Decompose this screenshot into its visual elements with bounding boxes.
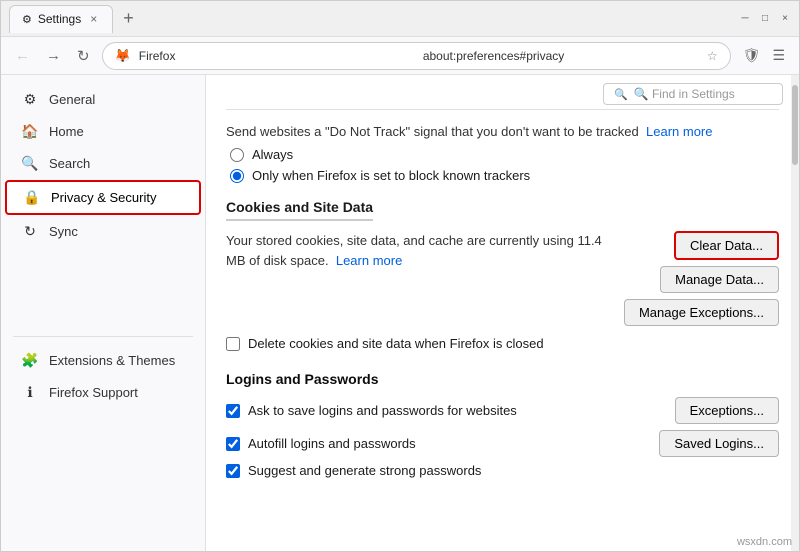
dnt-section: Send websites a "Do Not Track" signal th… [226, 124, 779, 183]
cookies-description: Your stored cookies, site data, and cach… [226, 231, 612, 270]
sidebar-divider [13, 336, 193, 337]
dnt-known-trackers-option[interactable]: Only when Firefox is set to block known … [230, 168, 779, 183]
save-logins-row: Ask to save logins and passwords for web… [226, 397, 779, 424]
sidebar-item-support[interactable]: ℹ Firefox Support [5, 377, 201, 408]
dnt-always-label: Always [252, 147, 293, 162]
home-icon: 🏠 [21, 123, 39, 140]
manage-data-button[interactable]: Manage Data... [660, 266, 779, 293]
toolbar: ← → ↻ 🦊 Firefox about:preferences#privac… [1, 37, 799, 75]
close-button[interactable]: × [779, 13, 791, 25]
dnt-known-trackers-radio[interactable] [230, 169, 244, 183]
title-bar: ⚙ Settings × + ─ □ × [1, 1, 799, 37]
firefox-logo: 🦊 [115, 48, 131, 64]
sidebar-item-extensions[interactable]: 🧩 Extensions & Themes [5, 345, 201, 376]
main-content: 🔍 🔍 Find in Settings Send websites a "Do… [206, 75, 799, 551]
dnt-radio-group: Always Only when Firefox is set to block… [226, 147, 779, 183]
privacy-icon: 🔒 [23, 189, 41, 206]
cookies-title: Cookies and Site Data [226, 199, 779, 221]
sidebar: ⚙ General 🏠 Home 🔍 Search 🔒 Privacy & Se… [1, 75, 206, 551]
sidebar-item-search[interactable]: 🔍 Search [5, 148, 201, 179]
sidebar-item-sync[interactable]: ↻ Sync [5, 216, 201, 247]
reload-button[interactable]: ↻ [73, 43, 94, 69]
cookies-main-row: Your stored cookies, site data, and cach… [226, 231, 779, 326]
address-text: Firefox [139, 49, 415, 63]
saved-logins-button[interactable]: Saved Logins... [659, 430, 779, 457]
tab-close-btn[interactable]: × [87, 11, 100, 27]
logins-exceptions-button[interactable]: Exceptions... [675, 397, 779, 424]
save-logins-checkbox[interactable] [226, 404, 240, 418]
delete-cookies-label: Delete cookies and site data when Firefo… [248, 336, 544, 351]
general-icon: ⚙ [21, 91, 39, 108]
sync-icon: ↻ [21, 223, 39, 240]
sidebar-label-extensions: Extensions & Themes [49, 353, 175, 368]
suggest-passwords-row: Suggest and generate strong passwords [226, 463, 779, 478]
new-tab-button[interactable]: + [117, 8, 140, 29]
dnt-known-trackers-label: Only when Firefox is set to block known … [252, 168, 530, 183]
clear-data-button[interactable]: Clear Data... [674, 231, 779, 260]
dnt-always-radio[interactable] [230, 148, 244, 162]
shield-icon-btn[interactable]: 🛡 [739, 43, 765, 68]
support-icon: ℹ [21, 384, 39, 401]
tab-title: Settings [38, 12, 81, 26]
browser-window: ⚙ Settings × + ─ □ × ← → ↻ 🦊 Firefox abo… [0, 0, 800, 552]
save-logins-label[interactable]: Ask to save logins and passwords for web… [226, 403, 517, 418]
sidebar-label-support: Firefox Support [49, 385, 138, 400]
sidebar-label-home: Home [49, 124, 84, 139]
settings-icon: ⚙ [22, 13, 32, 26]
autofill-row: Autofill logins and passwords Saved Logi… [226, 430, 779, 457]
sidebar-label-sync: Sync [49, 224, 78, 239]
scrollbar-thumb[interactable] [792, 85, 798, 165]
delete-cookies-row[interactable]: Delete cookies and site data when Firefo… [226, 336, 779, 351]
autofill-checkbox[interactable] [226, 437, 240, 451]
forward-button[interactable]: → [42, 43, 65, 68]
cookies-section: Cookies and Site Data Your stored cookie… [226, 199, 779, 351]
sidebar-item-privacy[interactable]: 🔒 Privacy & Security [5, 180, 201, 215]
active-tab[interactable]: ⚙ Settings × [9, 5, 113, 33]
back-button[interactable]: ← [11, 43, 34, 68]
suggest-passwords-checkbox[interactable] [226, 464, 240, 478]
content-area: Send websites a "Do Not Track" signal th… [206, 109, 799, 504]
watermark: wsxdn.com [737, 536, 792, 548]
top-separator [226, 109, 779, 110]
bookmark-icon: ☆ [707, 49, 718, 63]
dnt-learn-more[interactable]: Learn more [646, 124, 712, 139]
sidebar-label-search: Search [49, 156, 90, 171]
manage-exceptions-button[interactable]: Manage Exceptions... [624, 299, 779, 326]
find-bar-area: 🔍 🔍 Find in Settings [206, 75, 799, 109]
logins-title: Logins and Passwords [226, 371, 779, 387]
dnt-always-option[interactable]: Always [230, 147, 779, 162]
sidebar-item-general[interactable]: ⚙ General [5, 84, 201, 115]
sidebar-label-general: General [49, 92, 95, 107]
autofill-label[interactable]: Autofill logins and passwords [226, 436, 416, 451]
dnt-description: Send websites a "Do Not Track" signal th… [226, 124, 779, 139]
browser-body: ⚙ General 🏠 Home 🔍 Search 🔒 Privacy & Se… [1, 75, 799, 551]
find-icon: 🔍 [614, 88, 628, 101]
address-bar[interactable]: 🦊 Firefox about:preferences#privacy ☆ [102, 42, 731, 70]
cookies-buttons: Clear Data... Manage Data... Manage Exce… [624, 231, 779, 326]
maximize-button[interactable]: □ [759, 13, 771, 25]
suggest-passwords-label[interactable]: Suggest and generate strong passwords [226, 463, 481, 478]
window-controls: ─ □ × [739, 13, 791, 25]
tab-area: ⚙ Settings × + [9, 5, 731, 33]
minimize-button[interactable]: ─ [739, 13, 751, 25]
sidebar-item-home[interactable]: 🏠 Home [5, 116, 201, 147]
find-in-settings[interactable]: 🔍 🔍 Find in Settings [603, 83, 783, 105]
logins-section: Logins and Passwords Ask to save logins … [226, 371, 779, 478]
search-icon: 🔍 [21, 155, 39, 172]
sidebar-label-privacy: Privacy & Security [51, 190, 156, 205]
scrollbar-track[interactable] [791, 75, 799, 551]
cookies-learn-more[interactable]: Learn more [336, 253, 402, 268]
delete-cookies-checkbox[interactable] [226, 337, 240, 351]
extensions-icon: 🧩 [21, 352, 39, 369]
menu-button[interactable]: ☰ [768, 43, 789, 68]
toolbar-icons: 🛡 ☰ [739, 43, 789, 68]
find-placeholder: 🔍 Find in Settings [634, 87, 735, 101]
address-url: about:preferences#privacy [423, 49, 699, 63]
